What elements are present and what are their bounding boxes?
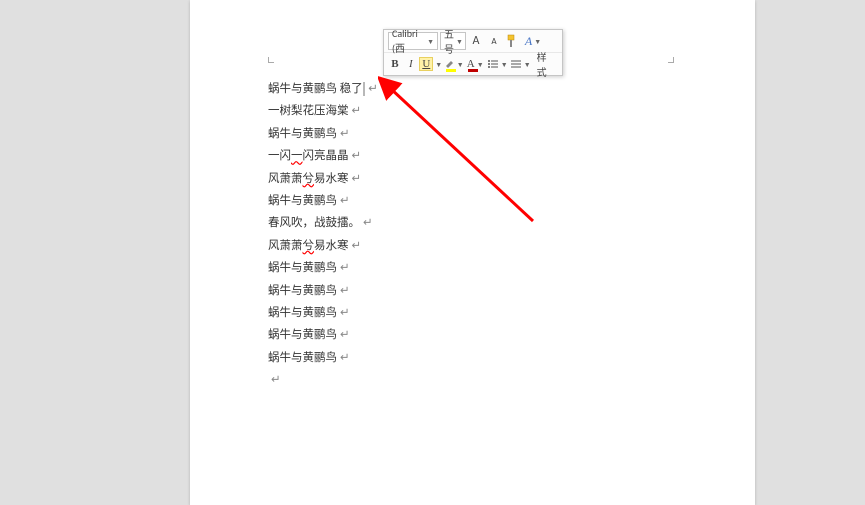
- paragraph-mark: ↵: [340, 261, 350, 275]
- bullets-icon: [487, 58, 499, 70]
- text-line[interactable]: ↵: [268, 369, 378, 391]
- spelling-error[interactable]: 兮: [303, 239, 315, 253]
- font-color-button[interactable]: A ▼: [466, 55, 485, 73]
- format-painter-icon: [506, 34, 518, 48]
- toolbar-row-top: Calibri (西 ▼ 五号 ▼ A A A▼: [384, 30, 562, 52]
- line-text[interactable]: 蜗牛与黄鹂鸟: [268, 328, 337, 342]
- line-text[interactable]: 蜗牛与黄鹂鸟 稳了: [268, 82, 363, 96]
- bold-button[interactable]: B: [388, 55, 402, 73]
- italic-button[interactable]: I: [404, 55, 418, 73]
- line-text[interactable]: 蜗牛与黄鹂鸟: [268, 351, 337, 365]
- underline-icon: U: [419, 57, 433, 71]
- text-line[interactable]: 蜗牛与黄鹂鸟↵: [268, 347, 378, 369]
- clear-formatting-button[interactable]: A▼: [522, 32, 544, 50]
- line-text[interactable]: 风萧萧: [268, 239, 303, 253]
- line-text[interactable]: 蜗牛与黄鹂鸟: [268, 306, 337, 320]
- chevron-down-icon: ▼: [524, 60, 531, 69]
- paragraph-mark: ↵: [363, 216, 373, 230]
- font-size-value: 五号: [444, 26, 454, 56]
- paragraph-mark: ↵: [352, 149, 362, 163]
- styles-button[interactable]: 样式: [533, 55, 558, 73]
- right-margin-marker: [668, 57, 674, 63]
- mini-formatting-toolbar: Calibri (西 ▼ 五号 ▼ A A A▼ B I: [383, 29, 563, 76]
- line-text[interactable]: 蜗牛与黄鹂鸟: [268, 127, 337, 141]
- line-text[interactable]: 易水寒: [314, 172, 349, 186]
- text-line[interactable]: 风萧萧兮易水寒↵: [268, 168, 378, 190]
- paragraph-mark: ↵: [352, 239, 362, 253]
- line-text[interactable]: 闪亮晶晶: [303, 149, 349, 163]
- paragraph-mark: ↵: [368, 82, 378, 96]
- spelling-error[interactable]: 一: [291, 149, 303, 163]
- text-cursor-icon: I: [385, 81, 390, 97]
- paragraph-mark: ↵: [340, 127, 350, 141]
- line-text[interactable]: 春风吹，战鼓擂。: [268, 216, 360, 230]
- paragraph-mark: ↵: [340, 306, 350, 320]
- font-size-combo[interactable]: 五号 ▼: [440, 32, 466, 50]
- shrink-font-button[interactable]: A: [486, 32, 502, 50]
- italic-icon: I: [409, 58, 413, 70]
- text-line[interactable]: 蜗牛与黄鹂鸟↵: [268, 280, 378, 302]
- text-line[interactable]: 风萧萧兮易水寒↵: [268, 235, 378, 257]
- chevron-down-icon: ▼: [435, 60, 442, 69]
- chevron-down-icon: ▼: [457, 60, 464, 69]
- line-text[interactable]: 易水寒: [314, 239, 349, 253]
- line-text[interactable]: 蜗牛与黄鹂鸟: [268, 194, 337, 208]
- line-text[interactable]: 蜗牛与黄鹂鸟: [268, 261, 337, 275]
- underline-button[interactable]: U▼: [420, 55, 442, 73]
- selected-text[interactable]: [363, 82, 366, 96]
- styles-label: 样式: [537, 49, 554, 79]
- document-body[interactable]: 蜗牛与黄鹂鸟 稳了 ↵ 一树梨花压海棠↵ 蜗牛与黄鹂鸟↵ 一闪一闪亮晶晶↵ 风萧…: [268, 78, 378, 392]
- line-text[interactable]: 蜗牛与黄鹂鸟: [268, 284, 337, 298]
- paragraph-mark: ↵: [340, 284, 350, 298]
- numbering-button[interactable]: ▼: [510, 55, 531, 73]
- text-line[interactable]: 春风吹，战鼓擂。↵: [268, 212, 378, 234]
- grow-font-button[interactable]: A: [468, 32, 484, 50]
- shrink-font-icon: A: [491, 36, 496, 47]
- format-painter-button[interactable]: [504, 32, 520, 50]
- left-margin-marker: [268, 57, 274, 63]
- text-line[interactable]: 蜗牛与黄鹂鸟↵: [268, 257, 378, 279]
- text-line[interactable]: 一树梨花压海棠↵: [268, 100, 378, 122]
- font-color-red-swatch: [468, 69, 478, 72]
- bullets-button[interactable]: ▼: [487, 55, 508, 73]
- text-line[interactable]: 蜗牛与黄鹂鸟↵: [268, 190, 378, 212]
- toolbar-row-bottom: B I U▼ ▼ A ▼ ▼: [384, 52, 562, 75]
- paragraph-mark: ↵: [340, 194, 350, 208]
- line-text[interactable]: 风萧萧: [268, 172, 303, 186]
- chevron-down-icon: ▼: [456, 37, 463, 46]
- paragraph-mark: ↵: [340, 351, 350, 365]
- numbering-icon: [510, 58, 522, 70]
- clear-formatting-icon: A: [525, 34, 532, 49]
- grow-font-icon: A: [473, 34, 480, 48]
- highlight-color-button[interactable]: ▼: [444, 55, 464, 73]
- chevron-down-icon: ▼: [477, 60, 484, 69]
- text-line[interactable]: 蜗牛与黄鹂鸟 稳了 ↵: [268, 78, 378, 100]
- chevron-down-icon: ▼: [427, 37, 434, 46]
- text-line[interactable]: 一闪一闪亮晶晶↵: [268, 145, 378, 167]
- font-name-value: Calibri (西: [392, 27, 425, 55]
- text-line[interactable]: 蜗牛与黄鹂鸟↵: [268, 302, 378, 324]
- paragraph-mark: ↵: [352, 172, 362, 186]
- paragraph-mark: ↵: [340, 328, 350, 342]
- paragraph-mark: ↵: [271, 373, 281, 387]
- line-text[interactable]: 一闪: [268, 149, 291, 163]
- highlight-yellow-swatch: [446, 69, 456, 72]
- spelling-error[interactable]: 兮: [303, 172, 315, 186]
- chevron-down-icon: ▼: [501, 60, 508, 69]
- line-text[interactable]: 一树梨花压海棠: [268, 104, 349, 118]
- chevron-down-icon: ▼: [534, 37, 541, 46]
- text-line[interactable]: 蜗牛与黄鹂鸟↵: [268, 123, 378, 145]
- bold-icon: B: [391, 58, 398, 70]
- text-line[interactable]: 蜗牛与黄鹂鸟↵: [268, 324, 378, 346]
- paragraph-mark: ↵: [352, 104, 362, 118]
- font-name-combo[interactable]: Calibri (西 ▼: [388, 32, 438, 50]
